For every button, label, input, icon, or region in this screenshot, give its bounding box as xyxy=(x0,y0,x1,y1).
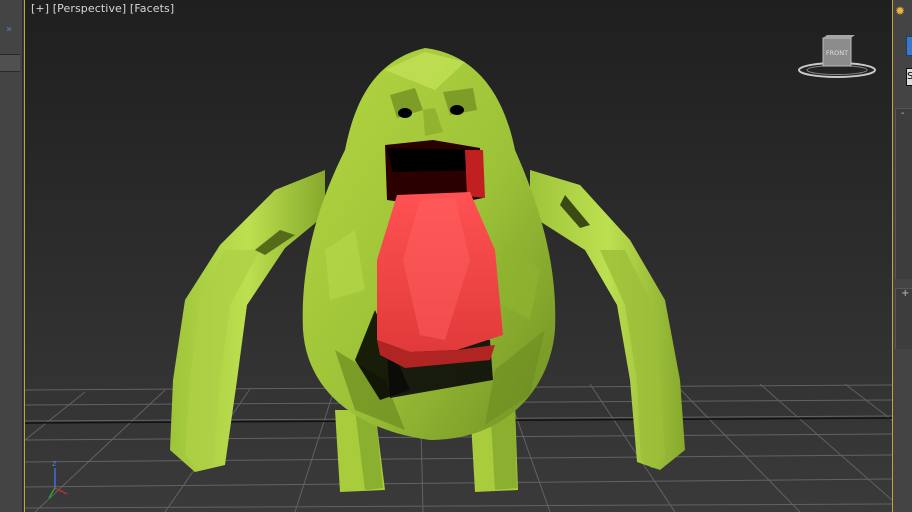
command-panel-left-strip: » xyxy=(0,0,23,512)
scene-render: FRONT z xyxy=(25,35,892,512)
viewport-view-menu[interactable]: [Perspective] xyxy=(53,2,127,15)
viewport-label: [+] [Perspective] [Facets] xyxy=(31,2,174,15)
rollout-expand-icon[interactable]: + xyxy=(901,288,909,299)
left-toolbar-slot[interactable] xyxy=(0,54,20,72)
perspective-viewport[interactable]: FRONT z [+] [Perspective] [Facets] xyxy=(24,0,893,512)
rollout-panel-1[interactable]: - xyxy=(895,108,912,279)
rollout-collapse-icon[interactable]: - xyxy=(901,108,905,119)
viewport-menu-plus[interactable]: [+] xyxy=(31,2,49,15)
axis-tripod-icon: z xyxy=(48,459,68,499)
character-left-arm xyxy=(170,170,325,472)
sun-icon[interactable]: ✹ xyxy=(895,4,909,18)
command-panel-right: ✹ S - + xyxy=(893,0,912,512)
viewcube: FRONT xyxy=(798,35,876,78)
axis-z-label: z xyxy=(52,459,57,469)
name-field[interactable]: S xyxy=(906,68,912,86)
color-swatch-button[interactable] xyxy=(906,36,912,56)
viewport-shading-menu[interactable]: [Facets] xyxy=(130,2,174,15)
rollout-panel-2[interactable]: + xyxy=(895,288,912,349)
viewcube-face-label: FRONT xyxy=(826,49,848,57)
expand-panel-icon[interactable]: » xyxy=(6,24,12,35)
